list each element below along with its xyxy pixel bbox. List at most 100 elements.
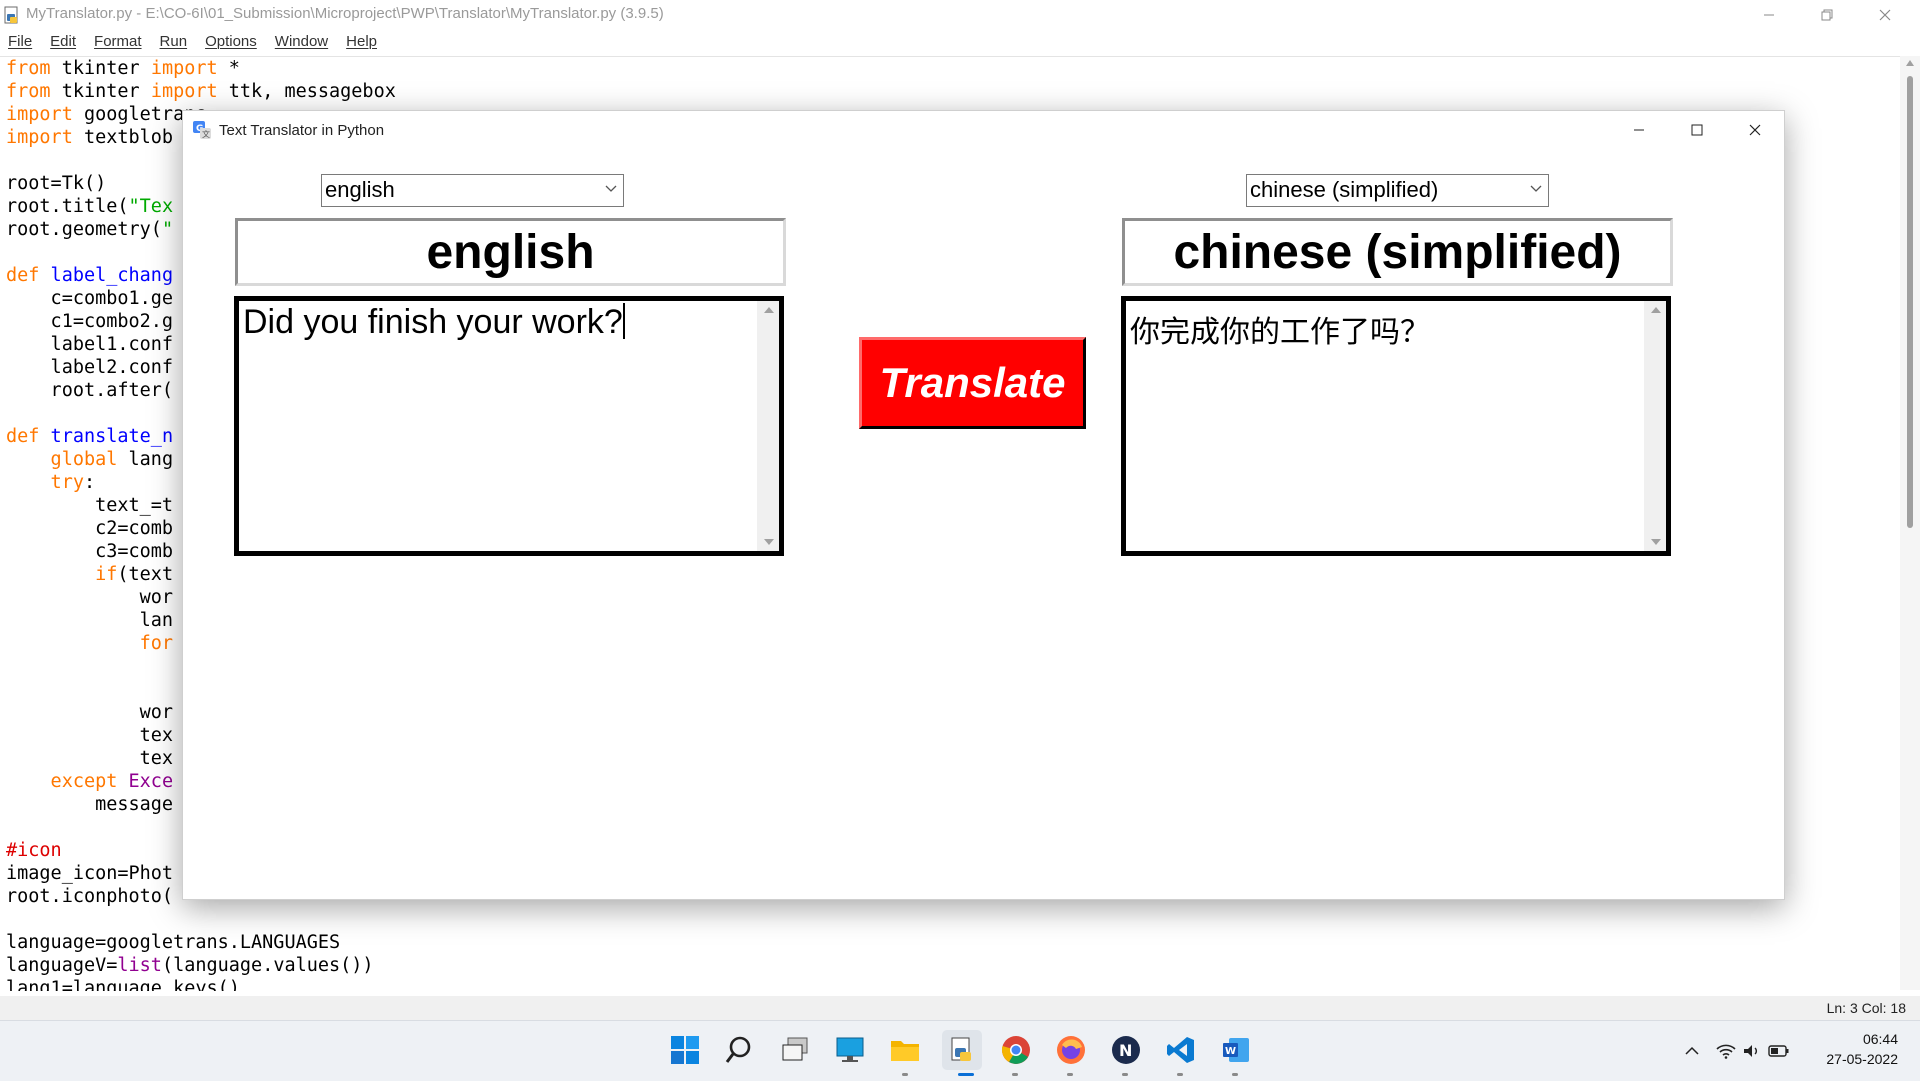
close-button[interactable]: [1856, 0, 1914, 30]
code-line: root.iconphoto(: [6, 886, 174, 907]
code-line: image_icon=Phot: [6, 863, 174, 884]
target-language-label: chinese (simplified): [1122, 218, 1673, 286]
code-line: root.after(: [6, 380, 174, 401]
start-icon[interactable]: [668, 1033, 702, 1067]
scroll-up-icon[interactable]: [1906, 60, 1914, 66]
menu-options[interactable]: Options: [196, 30, 266, 54]
svg-text:N: N: [1119, 1041, 1132, 1060]
code-line: import googletrans: [6, 104, 207, 125]
file-explorer-icon[interactable]: [888, 1033, 922, 1067]
menu-format[interactable]: Format: [85, 30, 151, 54]
code-line: languageV=list(language.values()): [6, 955, 374, 976]
close-icon: [1749, 124, 1761, 136]
taskbar: N W 06:44 27-05-2022: [0, 1020, 1920, 1081]
translator-minimize-button[interactable]: [1610, 111, 1668, 149]
source-text-scrollbar[interactable]: [757, 301, 779, 551]
running-indicator: [1012, 1073, 1018, 1076]
battery-icon[interactable]: [1768, 1043, 1790, 1059]
source-language-value: english: [325, 177, 395, 202]
minimize-button[interactable]: [1740, 0, 1798, 30]
volume-icon[interactable]: [1742, 1043, 1762, 1059]
idle-window-title: MyTranslator.py - E:\CO-6I\01_Submission…: [26, 5, 664, 22]
code-line: tex: [6, 725, 174, 746]
translator-maximize-button[interactable]: [1668, 111, 1726, 149]
scrollbar-thumb[interactable]: [1907, 76, 1913, 528]
menu-file[interactable]: File: [0, 30, 41, 54]
code-line: root=Tk(): [6, 173, 107, 194]
clock[interactable]: 06:44 27-05-2022: [1826, 1029, 1898, 1069]
chevron-down-icon: [605, 185, 617, 192]
code-line: tex: [6, 748, 174, 769]
code-line: root.title("Tex: [6, 196, 174, 217]
task-view-icon[interactable]: [778, 1033, 812, 1067]
code-line: from tkinter import ttk, messagebox: [6, 81, 396, 102]
translator-close-button[interactable]: [1726, 111, 1784, 149]
menu-edit[interactable]: Edit: [41, 30, 85, 54]
text-cursor: [622, 303, 625, 339]
menu-window[interactable]: Window: [266, 30, 337, 54]
clock-time: 06:44: [1862, 1031, 1898, 1047]
vscode-icon[interactable]: [1164, 1033, 1198, 1067]
active-indicator: [958, 1073, 974, 1076]
search-icon[interactable]: [722, 1033, 756, 1067]
chevron-up-icon[interactable]: [1684, 1043, 1700, 1059]
code-line: def translate_n: [6, 426, 174, 447]
restore-icon: [1821, 9, 1833, 21]
code-line: message: [6, 794, 174, 815]
scroll-up-icon[interactable]: [1651, 307, 1661, 313]
target-text: 你完成你的工作了吗？: [1130, 315, 1430, 350]
clock-date: 27-05-2022: [1826, 1051, 1898, 1067]
scroll-up-icon[interactable]: [764, 307, 774, 313]
scroll-down-icon[interactable]: [764, 539, 774, 545]
idle-python-icon[interactable]: [942, 1030, 982, 1070]
editor-scrollbar[interactable]: [1900, 56, 1920, 990]
code-line: global lang: [6, 449, 174, 470]
target-language-combo[interactable]: chinese (simplified): [1246, 174, 1549, 207]
code-line: text_=t: [6, 495, 174, 516]
running-indicator: [1067, 1073, 1073, 1076]
source-language-label: english: [235, 218, 786, 286]
target-language-value: chinese (simplified): [1250, 177, 1439, 202]
cursor-position: Ln: 3 Col: 18: [1826, 1000, 1906, 1016]
code-line: language=googletrans.LANGUAGES: [6, 932, 341, 953]
menu-help[interactable]: Help: [337, 30, 386, 54]
chrome-icon[interactable]: [999, 1033, 1033, 1067]
minimize-icon: [1764, 14, 1774, 16]
idle-title-bar: MyTranslator.py - E:\CO-6I\01_Submission…: [0, 0, 1920, 30]
target-text-scrollbar[interactable]: [1644, 301, 1666, 551]
source-text-box[interactable]: Did you finish your work?: [234, 296, 784, 556]
code-line: #icon: [6, 840, 62, 861]
source-language-combo[interactable]: english: [321, 174, 624, 207]
system-tray: [1684, 1021, 1790, 1081]
status-bar: Ln: 3 Col: 18: [0, 996, 1920, 1020]
code-line: try:: [6, 472, 96, 493]
restore-button[interactable]: [1798, 0, 1856, 30]
code-line: c3=comb: [6, 541, 174, 562]
code-line: for: [6, 633, 174, 654]
remote-desktop-icon[interactable]: [833, 1033, 867, 1067]
code-line: if(text: [6, 564, 174, 585]
translate-app-icon: G 文: [193, 121, 211, 139]
code-line: except Exce: [6, 771, 174, 792]
svg-text:文: 文: [202, 129, 210, 139]
menu-run[interactable]: Run: [151, 30, 197, 54]
target-text-box[interactable]: 你完成你的工作了吗？: [1121, 296, 1671, 556]
source-text: Did you finish your work?: [243, 303, 625, 341]
code-line: import textblob: [6, 127, 174, 148]
translator-window: G 文 Text Translator in Python english en…: [182, 110, 1785, 900]
translate-button[interactable]: Translate: [859, 337, 1086, 429]
running-indicator: [1122, 1073, 1128, 1076]
code-line: wor: [6, 587, 174, 608]
running-indicator: [1177, 1073, 1183, 1076]
firefox-icon[interactable]: [1054, 1033, 1088, 1067]
wifi-icon[interactable]: [1716, 1043, 1736, 1059]
code-line: wor: [6, 702, 174, 723]
scroll-down-icon[interactable]: [1651, 539, 1661, 545]
maximize-icon: [1691, 124, 1703, 136]
code-line: c2=comb: [6, 518, 174, 539]
app-icon[interactable]: N: [1109, 1033, 1143, 1067]
code-line: def label_chang: [6, 265, 174, 286]
code-line: lan: [6, 610, 174, 631]
word-icon[interactable]: W: [1219, 1033, 1253, 1067]
code-line: c=combo1.ge: [6, 288, 174, 309]
